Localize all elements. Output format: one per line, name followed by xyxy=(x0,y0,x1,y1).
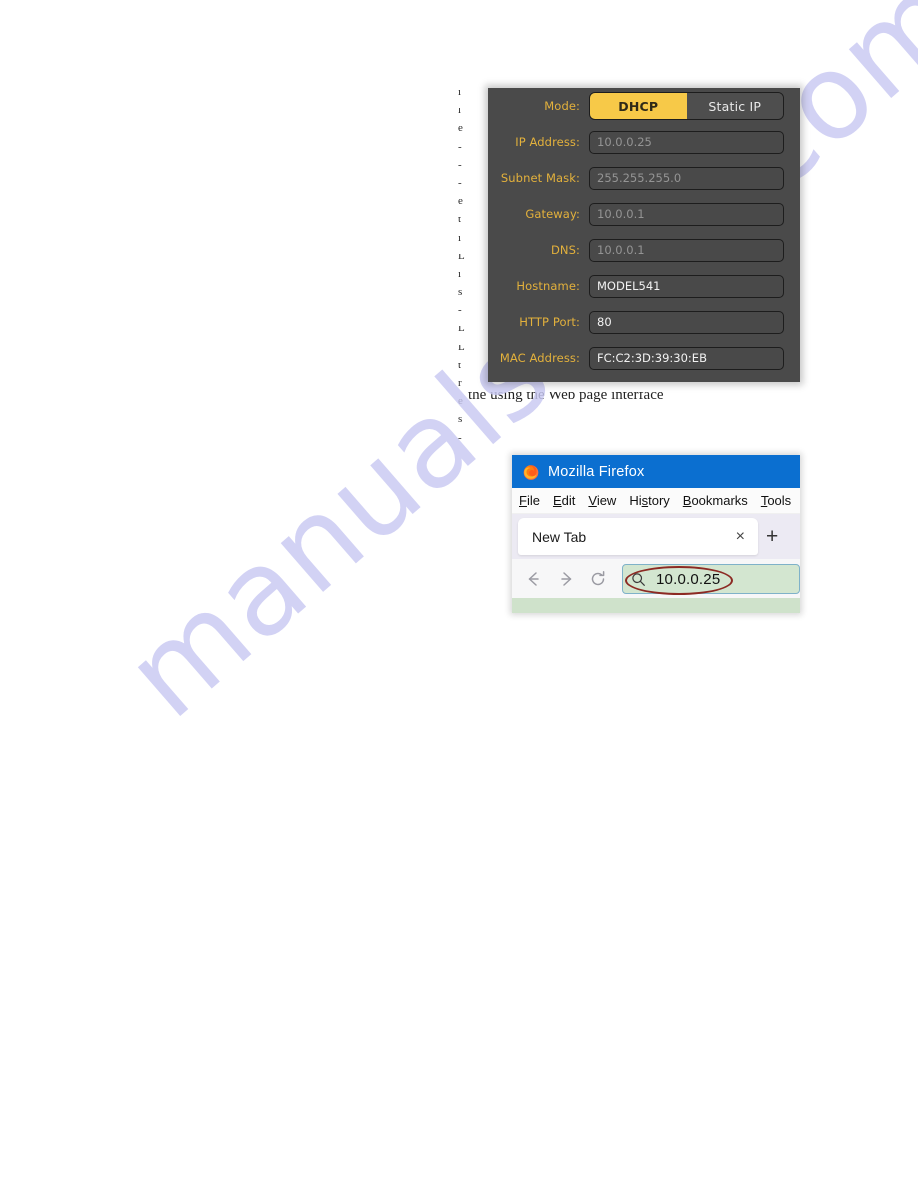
field-label: IP Address: xyxy=(515,135,580,149)
menu-item[interactable]: File xyxy=(519,493,540,508)
field-input[interactable]: FC:C2:3D:39:30:EB xyxy=(589,346,784,370)
field-label: HTTP Port: xyxy=(519,315,580,329)
mode-row: Mode: DHCP Static IP xyxy=(488,88,800,124)
firefox-window-title: Mozilla Firefox xyxy=(548,463,645,480)
mode-label: Mode: xyxy=(544,99,580,113)
firefox-browser-window: Mozilla Firefox File Edit View History Bookm… xyxy=(512,455,800,613)
firefox-logo-icon xyxy=(523,464,539,480)
menu-item[interactable]: Edit xyxy=(553,493,575,508)
close-icon[interactable]: × xyxy=(731,528,750,545)
field-input: 10.0.0.1 xyxy=(589,202,784,226)
url-address-bar[interactable]: 10.0.0.25 xyxy=(622,564,800,595)
mode-option-static-ip[interactable]: Static IP xyxy=(686,93,783,119)
network-field-row: DNS: 10.0.0.1 xyxy=(488,232,800,268)
menu-item[interactable]: History xyxy=(629,493,669,508)
field-input: 255.255.255.0 xyxy=(589,166,784,190)
network-field-row: Subnet Mask: 255.255.255.0 xyxy=(488,160,800,196)
url-text-value: 10.0.0.25 xyxy=(656,570,721,588)
menu-item[interactable]: Tools xyxy=(761,493,791,508)
field-label: MAC Address: xyxy=(499,351,580,365)
field-input: 10.0.0.25 xyxy=(589,130,784,154)
network-fields-list: IP Address: 10.0.0.25 Subnet Mask: 255.255.… xyxy=(488,124,800,376)
network-field-row: HTTP Port: 80 xyxy=(488,304,800,340)
text-fragment: - xyxy=(458,435,462,444)
firefox-titlebar: Mozilla Firefox xyxy=(512,455,800,488)
reload-arrow-icon[interactable] xyxy=(584,565,612,593)
forward-arrow-icon[interactable] xyxy=(552,565,580,593)
firefox-menubar[interactable]: File Edit View History Bookmarks Tools xyxy=(512,488,800,514)
document-text-fragment-bottom: the using the Web page interface xyxy=(468,392,664,402)
search-icon xyxy=(632,572,645,586)
menu-item[interactable]: Bookmarks xyxy=(683,493,748,508)
field-label: Subnet Mask: xyxy=(500,171,580,185)
text-fragment: s xyxy=(458,417,463,426)
network-field-row: Gateway: 10.0.0.1 xyxy=(488,196,800,232)
field-label: Gateway: xyxy=(525,207,580,221)
field-input: 10.0.0.1 xyxy=(589,238,784,262)
back-arrow-icon[interactable] xyxy=(520,565,548,593)
network-settings-panel: Mode: DHCP Static IP IP Address: 10.0.0.2… xyxy=(488,88,800,382)
field-label: DNS: xyxy=(550,243,580,257)
plus-icon[interactable]: + xyxy=(766,526,778,547)
menu-item[interactable]: View xyxy=(588,493,616,508)
network-field-row: Hostname: MODEL541 xyxy=(488,268,800,304)
firefox-tabbar: New Tab × + xyxy=(512,514,800,559)
field-label: Hostname: xyxy=(516,279,580,293)
field-input[interactable]: 80 xyxy=(589,310,784,334)
browser-content-area xyxy=(512,598,800,613)
firefox-navigation-toolbar: 10.0.0.25 xyxy=(512,559,800,599)
mode-toggle-group[interactable]: DHCP Static IP xyxy=(589,92,784,120)
browser-tab-new-tab[interactable]: New Tab × xyxy=(518,518,758,555)
tab-title-label: New Tab xyxy=(532,528,587,545)
mode-option-dhcp[interactable]: DHCP xyxy=(590,93,687,119)
network-field-row: MAC Address: FC:C2:3D:39:30:EB xyxy=(488,340,800,376)
field-input[interactable]: MODEL541 xyxy=(589,274,784,298)
network-field-row: IP Address: 10.0.0.25 xyxy=(488,124,800,160)
